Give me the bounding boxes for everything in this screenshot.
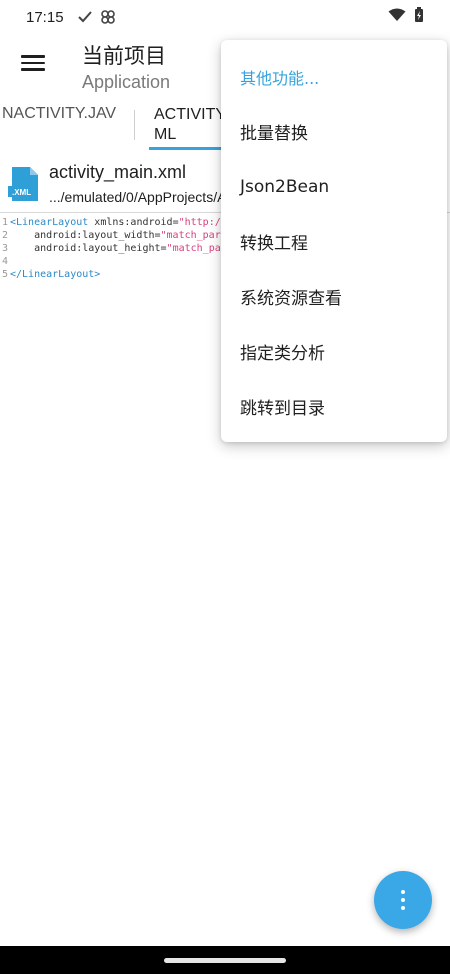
line-number: 1 [1, 217, 8, 228]
code-tag: </LinearLayout> [10, 269, 101, 280]
system-nav-bar [0, 946, 450, 974]
xml-file-icon: .XML [8, 167, 38, 201]
battery-icon [415, 7, 423, 22]
menu-item-class-analysis[interactable]: 指定类分析 [221, 324, 447, 379]
home-gesture-handle[interactable] [164, 958, 286, 963]
menu-item-goto-directory[interactable]: 跳转到目录 [221, 379, 447, 434]
code-string: "http:// [178, 217, 227, 228]
more-vert-icon-dot [401, 898, 405, 902]
overflow-menu: 其他功能... 批量替换 Json2Bean 转换工程 系统资源查看 指定类分析… [221, 40, 447, 442]
status-time: 17:15 [26, 8, 64, 26]
file-path: .../emulated/0/AppProjects/A [49, 189, 227, 205]
app-title: 当前项目 [82, 44, 166, 68]
file-name: activity_main.xml [49, 162, 187, 182]
fan-icon [100, 10, 115, 24]
more-vert-icon [401, 890, 405, 894]
menu-item-json2bean[interactable]: Json2Bean [221, 159, 447, 214]
code-string: "match_pare [160, 230, 227, 241]
check-icon [77, 11, 92, 23]
menu-item-convert-project[interactable]: 转换工程 [221, 214, 447, 269]
more-options-fab[interactable] [374, 871, 432, 929]
wifi-icon [388, 8, 406, 21]
hamburger-menu-icon[interactable] [18, 48, 48, 78]
svg-text:.XML: .XML [12, 188, 31, 197]
code-attr: android:layout_height= [10, 243, 167, 254]
app-subtitle: Application [82, 72, 171, 92]
menu-item-more-functions[interactable]: 其他功能... [221, 49, 447, 104]
code-attr: android:layout_width= [10, 230, 161, 241]
line-number: 2 [1, 230, 8, 241]
status-bar: 17:15 [0, 0, 450, 34]
line-number: 4 [1, 256, 8, 267]
code-attr: xmlns:android= [88, 217, 179, 228]
menu-item-batch-replace[interactable]: 批量替换 [221, 104, 447, 159]
menu-item-system-resources[interactable]: 系统资源查看 [221, 269, 447, 324]
code-string: "match_par [166, 243, 227, 254]
tab-divider [134, 110, 135, 140]
tab-mainactivity-java[interactable]: NACTIVITY.JAV [2, 100, 132, 152]
code-tag: <LinearLayout [10, 217, 89, 228]
line-number: 3 [1, 243, 8, 254]
more-vert-icon-dot [401, 906, 405, 910]
line-number: 5 [1, 269, 8, 280]
